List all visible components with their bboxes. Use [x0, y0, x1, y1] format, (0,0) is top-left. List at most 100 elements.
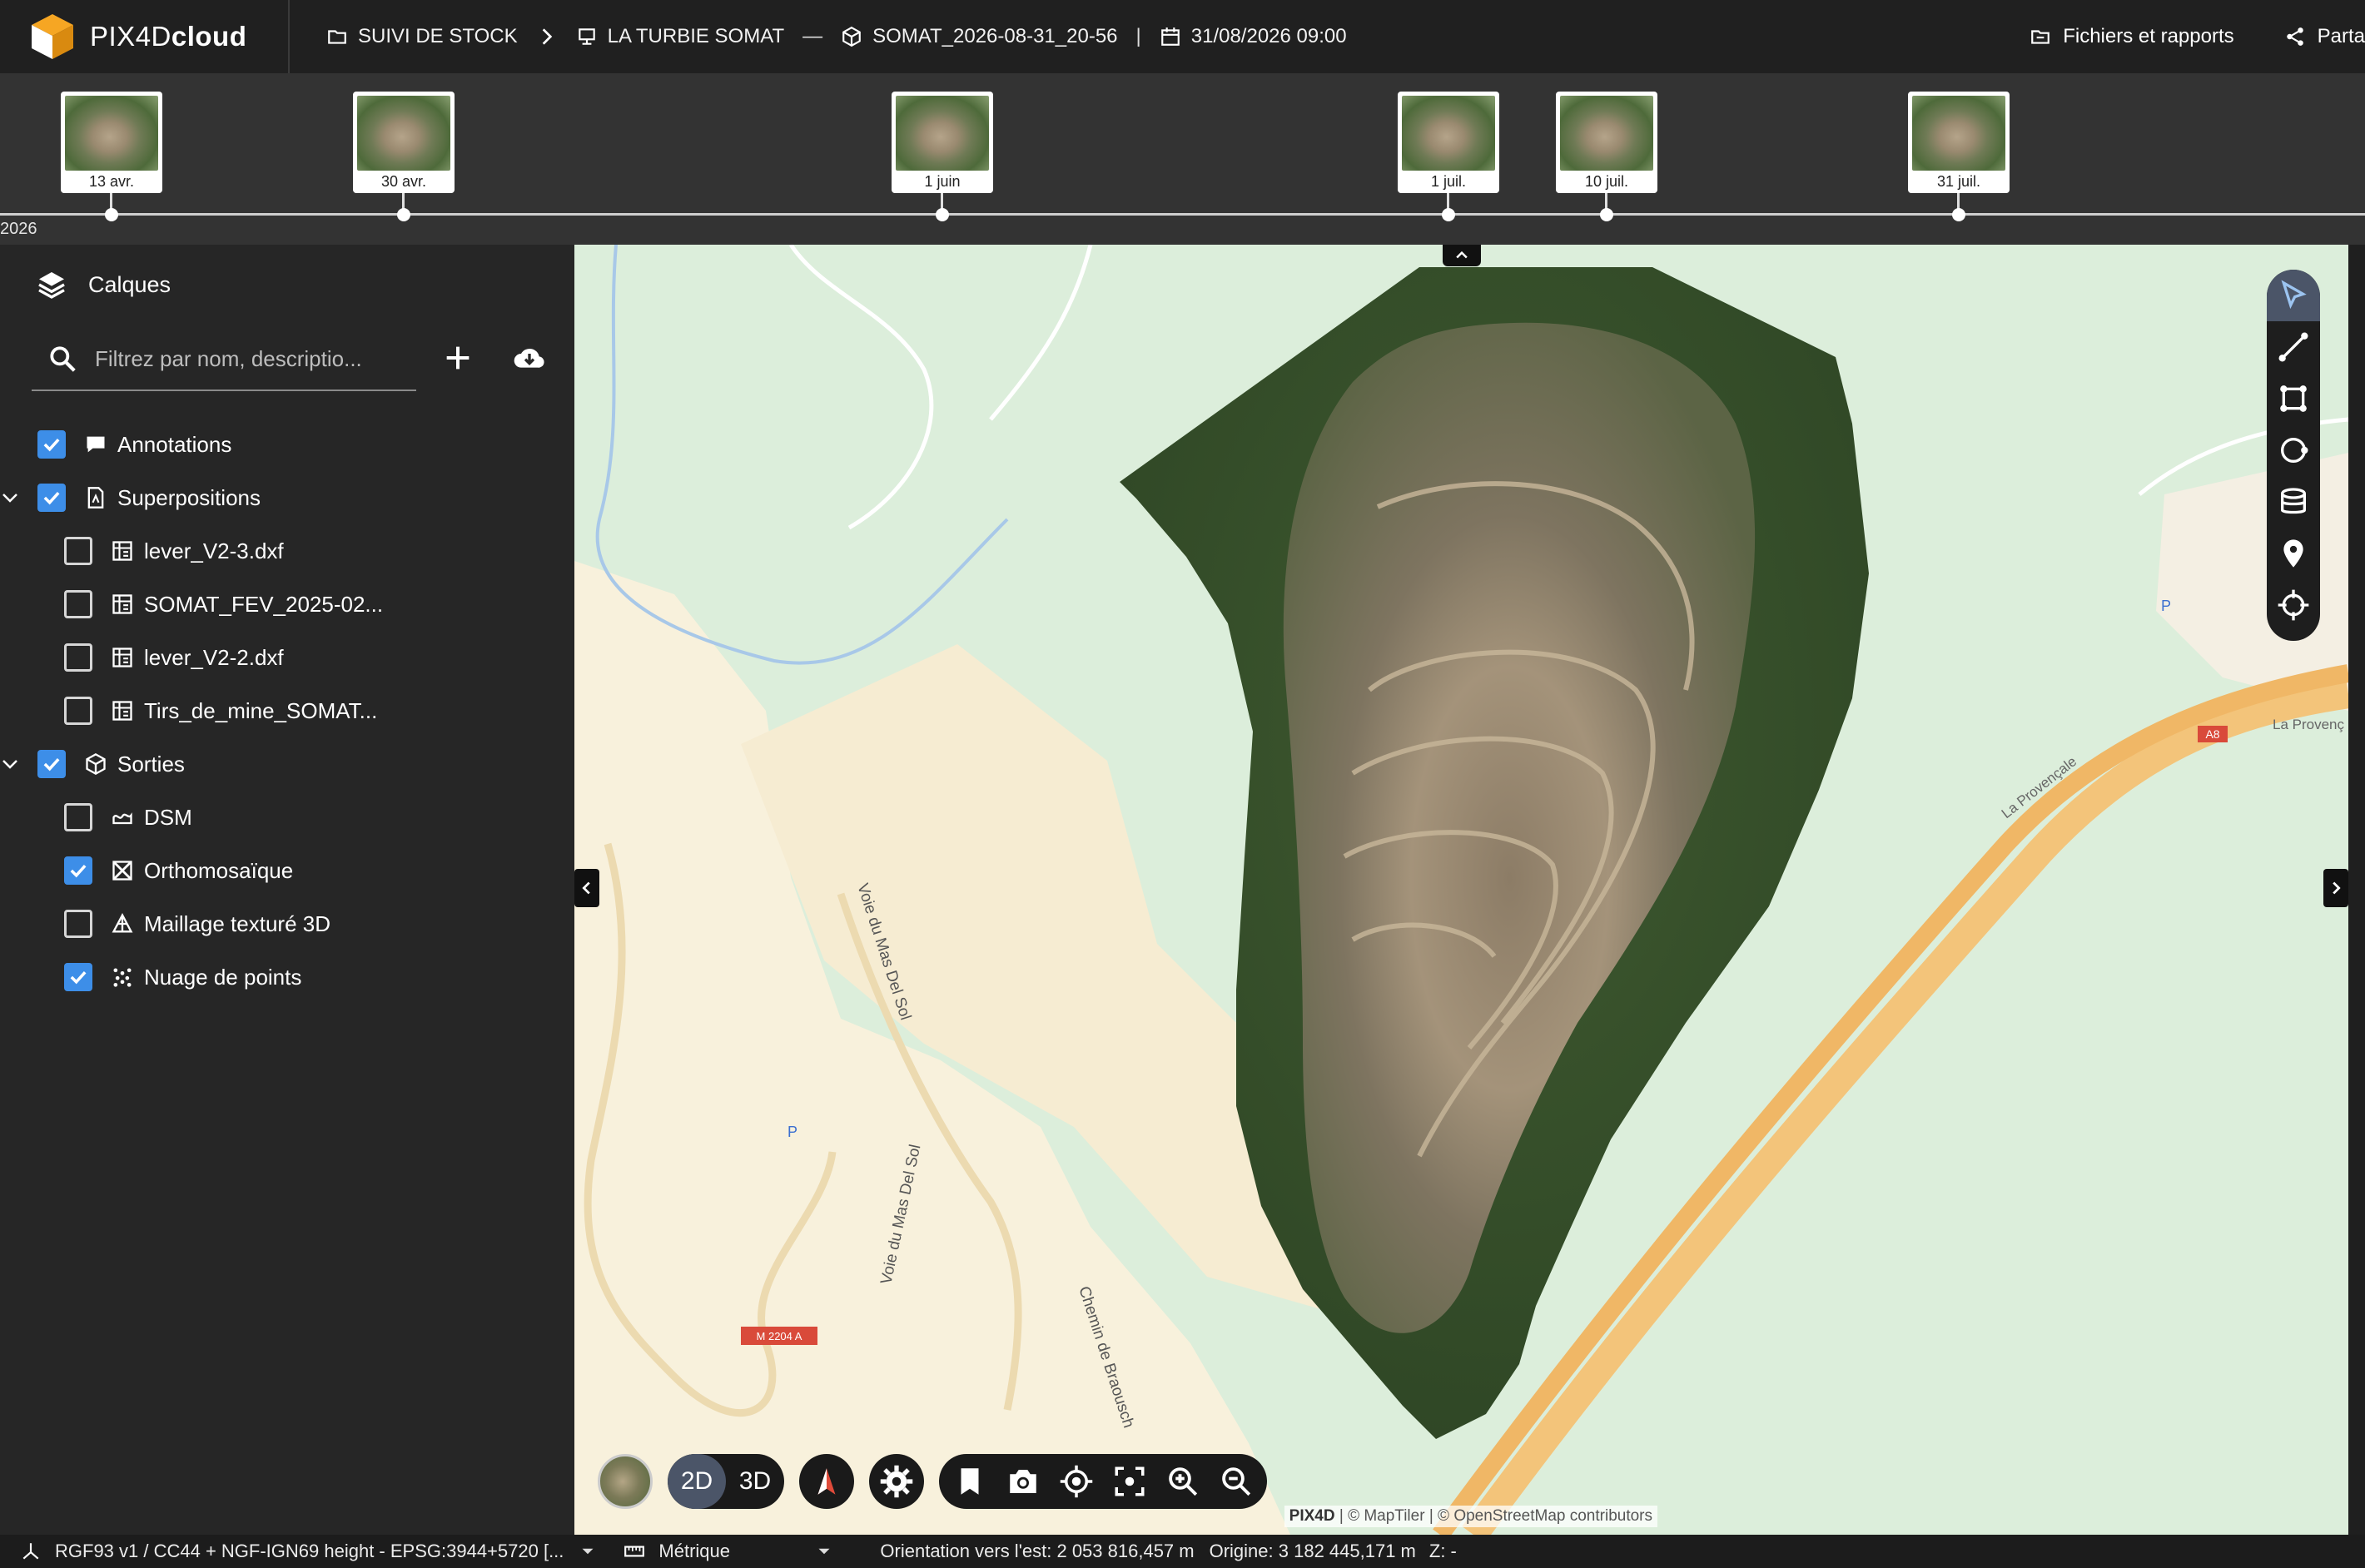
layer-label: Maillage texturé 3D	[144, 911, 330, 936]
timeline-stem	[1957, 193, 1960, 210]
layer-item-dsm[interactable]: DSM	[0, 791, 574, 844]
polyline-tool[interactable]	[2267, 321, 2320, 373]
compass-button[interactable]	[799, 1454, 854, 1509]
polygon-icon	[2280, 385, 2307, 412]
cloud-download-icon[interactable]	[513, 341, 546, 375]
crosshair-icon	[2278, 589, 2309, 621]
layer-checkbox[interactable]	[64, 856, 92, 885]
breadcrumb-site[interactable]: LA TURBIE SOMAT	[576, 25, 784, 48]
polygon-tool[interactable]	[2267, 373, 2320, 424]
units-selector[interactable]: Métrique	[624, 1541, 835, 1562]
layer-checkbox[interactable]	[64, 697, 92, 725]
marker-tool[interactable]	[2267, 528, 2320, 579]
timeline-dot[interactable]	[105, 208, 118, 221]
camera-icon[interactable]	[1006, 1464, 1041, 1499]
timeline-item[interactable]: 1 juil.	[1398, 92, 1499, 221]
road-label: La Provenç	[2273, 717, 2344, 732]
timeline-item[interactable]: 1 juin	[892, 92, 993, 221]
layer-group-superpositions[interactable]: Superpositions	[0, 471, 574, 524]
crs-selector[interactable]: RGF93 v1 / CC44 + NGF-IGN69 height - EPS…	[20, 1541, 599, 1562]
caret-down-icon	[582, 1548, 594, 1555]
layer-filter-input[interactable]	[95, 345, 403, 372]
collapse-timeline-button[interactable]	[1443, 245, 1481, 266]
breadcrumb-date[interactable]: 31/08/2026 09:00	[1160, 25, 1347, 48]
layer-item-point-cloud[interactable]: Nuage de points	[0, 950, 574, 1004]
layer-checkbox[interactable]	[37, 750, 66, 778]
share-button[interactable]: Parta	[2284, 25, 2365, 48]
layers-icon	[38, 272, 65, 299]
circle-tool[interactable]	[2267, 424, 2320, 476]
timeline: 2026 13 avr. 30 avr. 1 juin 1 juil. 10 j…	[0, 73, 2365, 245]
layer-item-mesh[interactable]: Maillage texturé 3D	[0, 897, 574, 950]
bookmark-icon[interactable]	[952, 1464, 987, 1499]
add-layer-icon[interactable]	[441, 341, 474, 375]
check-icon	[43, 491, 60, 505]
layers-panel: Calques Annotations Superpositions lever…	[0, 245, 574, 1535]
layer-checkbox[interactable]	[64, 590, 92, 618]
chevron-up-icon	[1456, 251, 1468, 259]
layer-checkbox[interactable]	[64, 803, 92, 831]
axes-icon	[22, 1543, 39, 1560]
parking-marker: P	[788, 1124, 797, 1140]
layer-checkbox[interactable]	[37, 430, 66, 459]
view-3d-button[interactable]: 3D	[726, 1454, 784, 1509]
layer-annotations[interactable]: Annotations	[0, 418, 574, 471]
layer-checkbox[interactable]	[64, 963, 92, 991]
timeline-item-label: 1 juin	[924, 173, 961, 190]
timeline-dot[interactable]	[397, 208, 410, 221]
top-bar: PIX4Dcloud SUIVI DE STOCK LA TURBIE SOMA…	[0, 0, 2365, 73]
breadcrumb-project-group[interactable]: SUIVI DE STOCK	[326, 25, 518, 48]
timeline-dot[interactable]	[936, 208, 949, 221]
chevron-down-icon[interactable]	[0, 488, 20, 508]
view-2d-button[interactable]: 2D	[668, 1454, 726, 1509]
layer-checkbox[interactable]	[37, 484, 66, 512]
timeline-dot[interactable]	[1952, 208, 1965, 221]
collapse-left-panel-button[interactable]	[574, 869, 599, 907]
layer-item[interactable]: SOMAT_FEV_2025-02...	[0, 578, 574, 631]
app-logo[interactable]: PIX4Dcloud	[0, 0, 290, 73]
timeline-dot[interactable]	[1442, 208, 1455, 221]
locate-icon[interactable]	[1059, 1464, 1094, 1499]
basemap-switcher[interactable]	[598, 1454, 653, 1509]
layer-item[interactable]: lever_V2-3.dxf	[0, 524, 574, 578]
volume-tool[interactable]	[2267, 476, 2320, 528]
map-attribution[interactable]: PIX4D | © MapTiler | © OpenStreetMap con…	[1284, 1506, 1657, 1527]
timeline-dot[interactable]	[1600, 208, 1613, 221]
layer-checkbox[interactable]	[64, 537, 92, 565]
view-mode-toggle: 2D 3D	[668, 1454, 784, 1509]
chevron-down-icon[interactable]	[0, 754, 20, 774]
timeline-stem	[1447, 193, 1449, 210]
timeline-item[interactable]: 13 avr.	[61, 92, 162, 221]
top-right-actions: Fichiers et rapports Parta	[2030, 0, 2365, 73]
timeline-stem	[1605, 193, 1607, 210]
expand-right-panel-button[interactable]	[2323, 869, 2348, 907]
layer-group-sorties[interactable]: Sorties	[0, 737, 574, 791]
layer-label: SOMAT_FEV_2025-02...	[144, 591, 384, 617]
chevron-right-icon	[536, 26, 558, 47]
check-icon	[43, 757, 60, 772]
map-canvas[interactable]: M 2204 A A8 Voie du Mas Del Sol Voie du …	[574, 245, 2348, 1535]
polyline-icon	[2278, 332, 2308, 362]
layer-label: lever_V2-2.dxf	[144, 644, 284, 670]
timeline-item[interactable]: 31 juil.	[1908, 92, 2010, 221]
layer-item-orthomosaic[interactable]: Orthomosaïque	[0, 844, 574, 897]
map-view[interactable]: M 2204 A A8 Voie du Mas Del Sol Voie du …	[574, 245, 2348, 1535]
layer-label: lever_V2-3.dxf	[144, 538, 284, 563]
layer-item[interactable]: Tirs_de_mine_SOMAT...	[0, 684, 574, 737]
timeline-item[interactable]: 30 avr.	[353, 92, 455, 221]
settings-button[interactable]	[869, 1454, 924, 1509]
layers-panel-actions	[441, 341, 546, 375]
layer-checkbox[interactable]	[64, 910, 92, 938]
files-reports-button[interactable]: Fichiers et rapports	[2030, 25, 2234, 48]
layer-checkbox[interactable]	[64, 643, 92, 672]
select-tool[interactable]	[2267, 270, 2320, 321]
timeline-item[interactable]: 10 juil.	[1556, 92, 1657, 221]
crosshair-tool[interactable]	[2267, 579, 2320, 631]
breadcrumb-dataset[interactable]: SOMAT_2026-08-31_20-56	[841, 25, 1118, 48]
layers-panel-header: Calques	[35, 268, 171, 301]
layer-label: DSM	[144, 804, 192, 830]
zoom-out-icon[interactable]	[1219, 1464, 1254, 1499]
zoom-in-icon[interactable]	[1165, 1464, 1200, 1499]
zoom-extent-icon[interactable]	[1112, 1464, 1147, 1499]
layer-item[interactable]: lever_V2-2.dxf	[0, 631, 574, 684]
